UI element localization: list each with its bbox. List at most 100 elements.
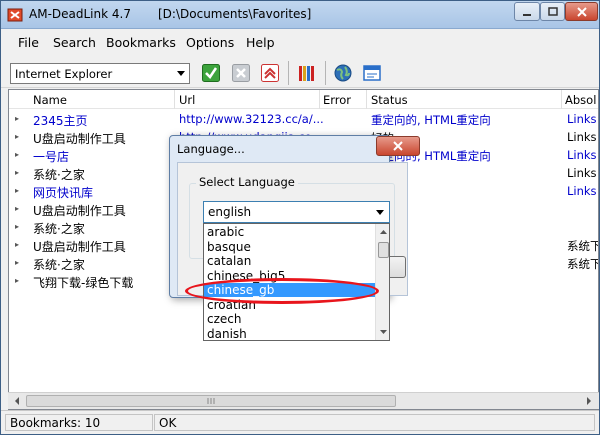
- row-name: 2345主页: [33, 114, 88, 128]
- dialog-close-button[interactable]: [376, 136, 420, 156]
- close-button[interactable]: [565, 2, 598, 21]
- row-bullet-icon: ▸: [15, 222, 20, 231]
- row-name: U盘启动制作工具: [33, 240, 126, 254]
- row-name: U盘启动制作工具: [33, 132, 126, 146]
- toolbar: Internet Explorer: [1, 55, 599, 88]
- dropdown-scrollbar-thumb[interactable]: [378, 242, 389, 258]
- scroll-down-icon[interactable]: [377, 326, 390, 338]
- row-absolute: Links: [567, 184, 597, 198]
- row-name: 系统·之家: [33, 168, 85, 182]
- status-bookmarks-count: Bookmarks: 10: [5, 414, 153, 431]
- row-bullet-icon: ▸: [15, 168, 20, 177]
- toolbar-separator: [325, 61, 326, 85]
- menu-file[interactable]: File: [18, 35, 39, 50]
- column-name[interactable]: Name: [33, 93, 67, 107]
- row-status: 重定向的, HTML重定向: [371, 113, 491, 127]
- row-name: 飞翔下载-绿色下载: [33, 276, 134, 290]
- row-name: 一号店: [33, 150, 70, 164]
- menu-bookmarks[interactable]: Bookmarks: [106, 35, 176, 50]
- dropdown-scrollbar[interactable]: [375, 224, 390, 340]
- menu-help[interactable]: Help: [246, 35, 275, 50]
- grip-icon: [207, 398, 215, 404]
- close-icon: [576, 6, 587, 17]
- row-absolute: Links: [567, 166, 597, 180]
- row-name: 系统·之家: [33, 222, 85, 236]
- delete-button[interactable]: [230, 62, 252, 84]
- chevron-down-icon: [376, 210, 384, 215]
- maximize-icon: [547, 6, 558, 16]
- window-title: AM-DeadLink 4.7: [29, 7, 131, 21]
- status-state: OK: [154, 414, 595, 431]
- row-name: 系统·之家: [33, 258, 85, 272]
- table-row[interactable]: ▸ 2345主页 http://www.32123.cc/a/... 重定向的, HT…: [9, 110, 598, 128]
- globe-button[interactable]: [332, 62, 354, 84]
- status-bar: Bookmarks: 10 OK: [1, 410, 599, 434]
- row-absolute: 系统下: [567, 239, 599, 253]
- books-icon: [299, 66, 314, 81]
- group-label: Select Language: [196, 175, 298, 189]
- row-url: http://www.32123.cc/a/...: [179, 112, 324, 126]
- globe-icon: [334, 64, 352, 82]
- scroll-left-icon[interactable]: [10, 394, 24, 408]
- close-icon: [393, 141, 403, 151]
- row-absolute: 系统下: [567, 257, 599, 271]
- column-absolute[interactable]: Absol: [565, 93, 596, 107]
- language-select-value: english: [208, 205, 252, 219]
- check-icon: [202, 64, 220, 82]
- up-button[interactable]: [259, 62, 281, 84]
- window-icon: [363, 65, 381, 81]
- row-bullet-icon: ▸: [15, 240, 20, 249]
- row-absolute: Links: [567, 130, 597, 144]
- row-bullet-icon: ▸: [15, 258, 20, 267]
- language-select[interactable]: english: [203, 201, 390, 223]
- column-status[interactable]: Status: [371, 93, 408, 107]
- up-icon: [261, 64, 279, 82]
- horizontal-scrollbar[interactable]: [8, 392, 599, 409]
- language-option[interactable]: danish: [204, 327, 375, 341]
- row-bullet-icon: ▸: [15, 150, 20, 159]
- row-bullet-icon: ▸: [15, 132, 20, 141]
- row-absolute: Links: [567, 148, 597, 162]
- books-button[interactable]: [296, 62, 318, 84]
- language-option[interactable]: arabic: [204, 225, 375, 239]
- language-option[interactable]: czech: [204, 312, 375, 326]
- dialog-ok-button[interactable]: [388, 256, 406, 278]
- browser-select[interactable]: Internet Explorer: [10, 63, 190, 84]
- column-divider[interactable]: [319, 90, 320, 109]
- scroll-right-icon[interactable]: [582, 394, 596, 408]
- app-icon: [7, 8, 23, 22]
- menu-search[interactable]: Search: [53, 35, 96, 50]
- minimize-button[interactable]: [514, 2, 540, 21]
- minimize-icon: [523, 13, 531, 16]
- language-option[interactable]: basque: [204, 240, 375, 254]
- scroll-up-icon[interactable]: [377, 226, 390, 238]
- row-bullet-icon: ▸: [15, 276, 20, 285]
- title-bar[interactable]: AM-DeadLink 4.7 [D:\Documents\Favorites]: [1, 1, 599, 29]
- row-absolute: Links: [567, 112, 597, 126]
- column-error[interactable]: Error: [323, 93, 351, 107]
- window-button[interactable]: [361, 62, 383, 84]
- menu-options[interactable]: Options: [186, 35, 234, 50]
- row-bullet-icon: ▸: [15, 204, 20, 213]
- scrollbar-thumb[interactable]: [26, 395, 396, 407]
- language-option[interactable]: catalan: [204, 254, 375, 268]
- highlight-callout-ellipse: [185, 278, 379, 304]
- column-divider[interactable]: [174, 90, 175, 109]
- column-divider[interactable]: [561, 90, 562, 109]
- maximize-button[interactable]: [540, 2, 565, 21]
- menu-bar: File Search Bookmarks Options Help: [1, 30, 599, 54]
- window-path: [D:\Documents\Favorites]: [158, 7, 312, 21]
- row-bullet-icon: ▸: [15, 114, 20, 123]
- delete-icon: [232, 64, 250, 82]
- row-name: U盘启动制作工具: [33, 204, 126, 218]
- browser-select-value: Internet Explorer: [15, 67, 113, 81]
- row-bullet-icon: ▸: [15, 186, 20, 195]
- column-divider[interactable]: [366, 90, 367, 109]
- toolbar-separator: [288, 61, 289, 85]
- row-name: 网页快讯库: [33, 186, 94, 200]
- chevron-down-icon: [177, 71, 185, 76]
- check-button[interactable]: [200, 62, 222, 84]
- dialog-title: Language...: [177, 142, 245, 156]
- column-url[interactable]: Url: [179, 93, 195, 107]
- list-header: Name Url Error Status Absol: [9, 90, 598, 109]
